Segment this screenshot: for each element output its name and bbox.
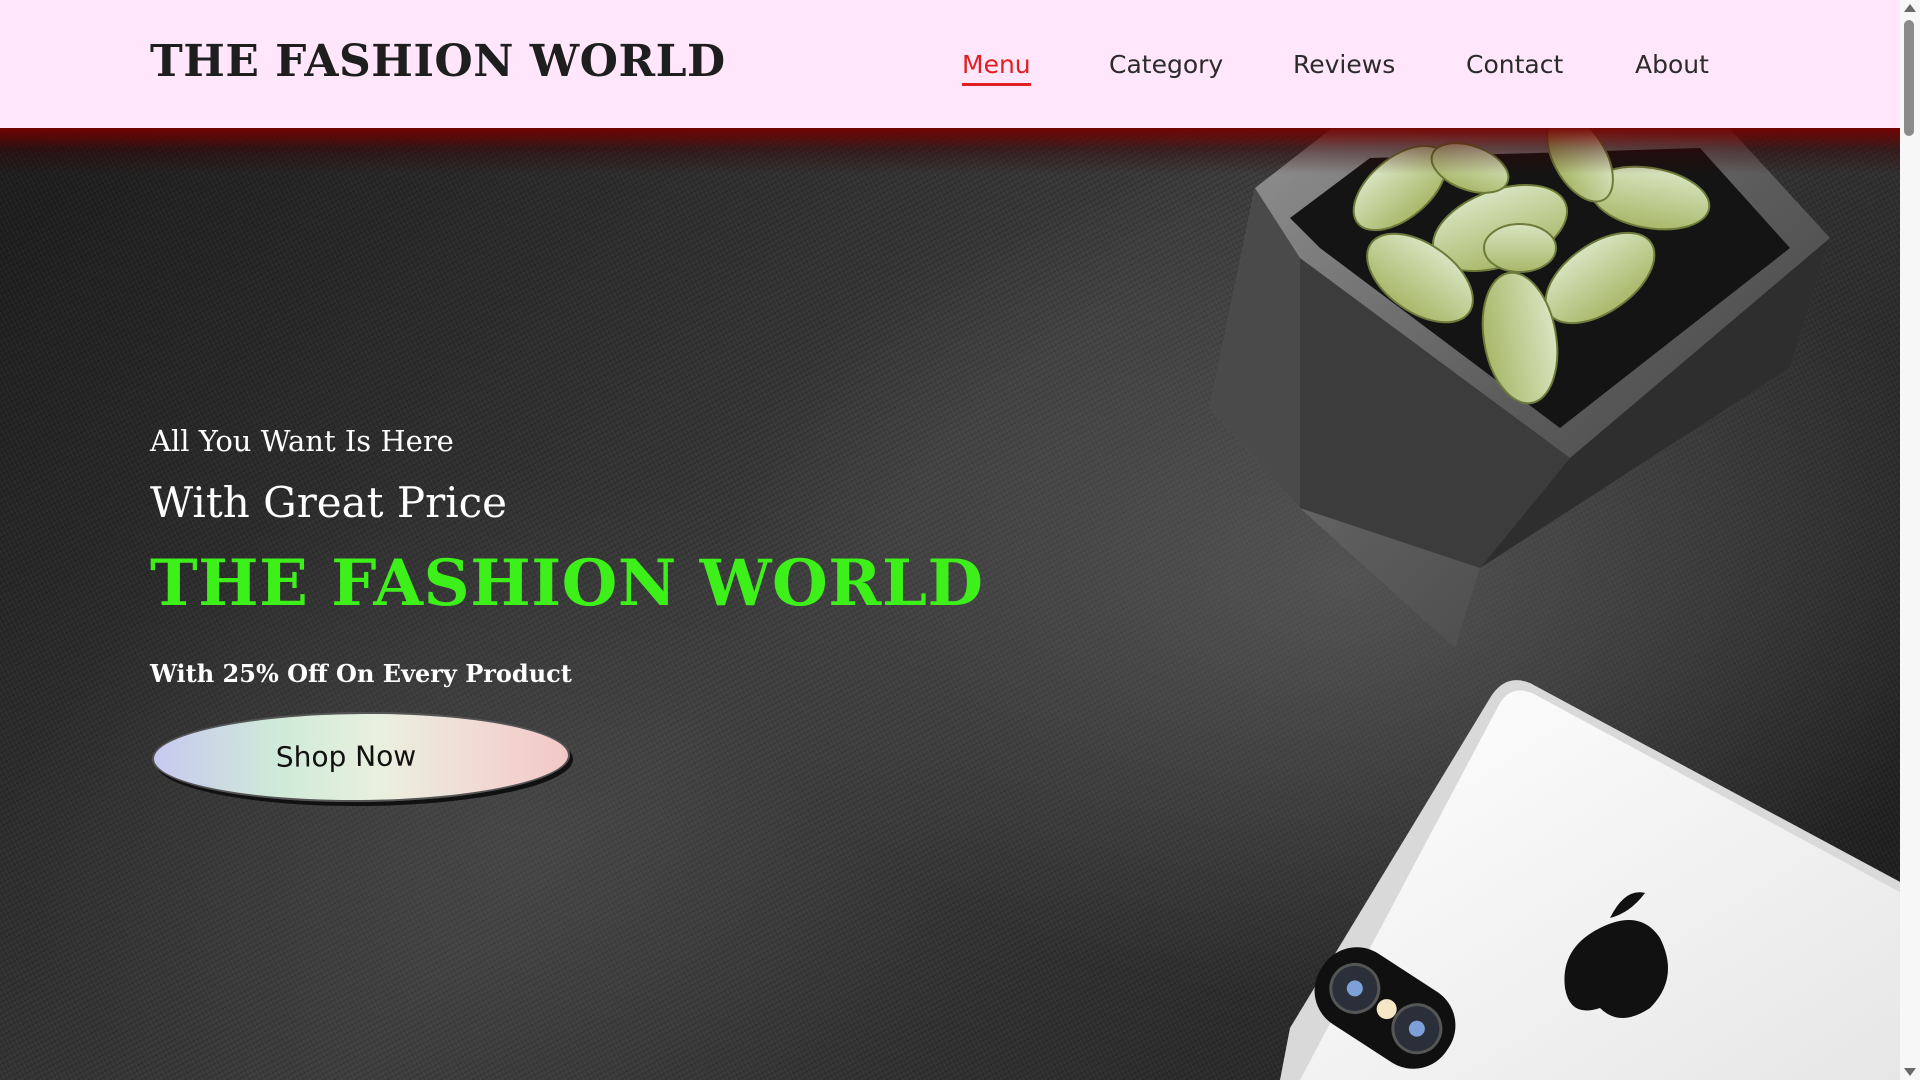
nav-about-link[interactable]: About: [1635, 50, 1709, 79]
hero-banner: All You Want Is Here With Great Price TH…: [0, 128, 1900, 1080]
hero-top-glow: [0, 128, 1900, 174]
scroll-down-arrow-icon[interactable]: [1904, 1068, 1916, 1076]
site-header: THE FASHION WORLD Menu Category Reviews …: [0, 0, 1900, 128]
nav-contact-link[interactable]: Contact: [1466, 50, 1563, 79]
page-scrollbar[interactable]: [1900, 0, 1920, 1080]
hero-tagline-small: All You Want Is Here: [150, 424, 454, 458]
hero-title: THE FASHION WORLD: [150, 546, 984, 621]
nav-category-link[interactable]: Category: [1109, 50, 1223, 79]
site-brand[interactable]: THE FASHION WORLD: [150, 36, 726, 87]
hero-offer-text: With 25% Off On Every Product: [150, 659, 572, 688]
smartphone-image: [1280, 680, 1900, 1080]
nav-reviews-link[interactable]: Reviews: [1293, 50, 1395, 79]
scroll-up-arrow-icon[interactable]: [1904, 4, 1916, 12]
hero-tagline-mid: With Great Price: [150, 478, 508, 527]
scroll-thumb[interactable]: [1904, 20, 1914, 136]
plant-pot-image: [1210, 128, 1830, 648]
shop-now-label: Shop Now: [275, 739, 417, 774]
nav-menu-link[interactable]: Menu: [962, 50, 1031, 86]
